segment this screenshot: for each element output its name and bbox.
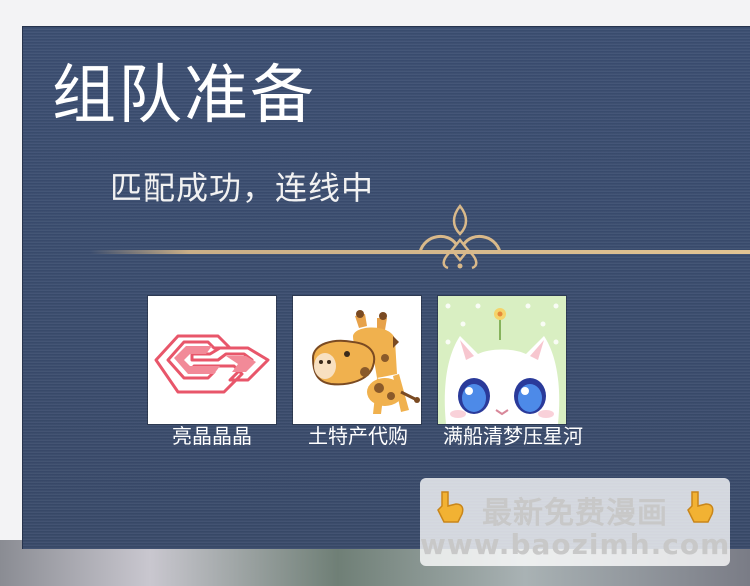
white-cat-avatar (438, 296, 566, 424)
watermark-url: www.baozimh.com (420, 528, 731, 561)
ornament-divider (90, 203, 750, 270)
team-member[interactable]: 土特产代购 (293, 296, 421, 448)
watermark-banner: 最新免费漫画 www.baozimh.com (420, 478, 730, 566)
team-member[interactable]: 亮晶晶晶 (148, 296, 276, 448)
member-name: 满船清梦压星河 (443, 424, 583, 448)
team-member[interactable]: 满船清梦压星河 (438, 296, 583, 448)
giraffe-avatar (293, 296, 421, 424)
page-title: 组队准备 (52, 59, 316, 133)
red-logo-avatar (148, 296, 276, 424)
watermark-title: 最新免费漫画 (482, 496, 668, 531)
team-members: 亮晶晶晶 土特产代购 满船清梦压星河 (0, 296, 750, 456)
